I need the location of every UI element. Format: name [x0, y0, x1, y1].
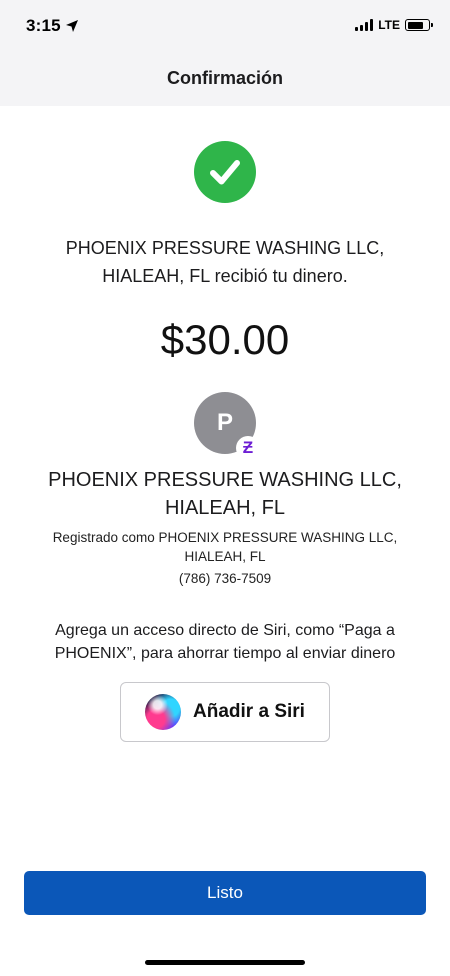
received-message-line2: HIALEAH, FL recibió tu dinero. — [102, 266, 348, 286]
siri-promo-text: Agrega un acceso directo de Siri, como “… — [20, 619, 430, 665]
add-to-siri-label: Añadir a Siri — [193, 701, 305, 722]
clock-text: 3:15 — [26, 16, 61, 35]
avatar-initial: P — [216, 409, 233, 436]
add-to-siri-button[interactable]: Añadir a Siri — [120, 682, 330, 742]
checkmark-circle-icon — [194, 141, 256, 203]
home-indicator[interactable] — [145, 960, 305, 965]
zelle-badge-glyph: Ƶ — [242, 438, 254, 457]
page-title: Confirmación — [166, 68, 283, 88]
siri-promo-line2: PHOENIX”, para ahorrar tiempo al enviar … — [54, 645, 396, 662]
registered-as-line2: HIALEAH, FL — [184, 549, 266, 564]
battery-icon — [405, 19, 433, 31]
registered-as: Registrado como PHOENIX PRESSURE WASHING… — [30, 528, 420, 566]
recipient-name: PHOENIX PRESSURE WASHING LLC, HIALEAH, F… — [20, 466, 430, 522]
received-message: PHOENIX PRESSURE WASHING LLC, HIALEAH, F… — [20, 234, 430, 290]
received-message-line1: PHOENIX PRESSURE WASHING LLC, — [65, 238, 385, 258]
siri-promo-line1: Agrega un acceso directo de Siri, como “… — [55, 622, 395, 639]
payment-amount: $30.00 — [160, 316, 290, 363]
registered-as-line1: Registrado como PHOENIX PRESSURE WASHING… — [52, 530, 398, 545]
confirmation-screen: 3:15 LTE Confirmación PHOENIX PRESSURE W… — [0, 0, 450, 976]
header: 3:15 LTE Confirmación — [0, 0, 450, 106]
signal-icon — [355, 19, 374, 31]
location-arrow-icon — [65, 20, 78, 32]
recipient-name-line2: HIALEAH, FL — [164, 497, 286, 519]
siri-icon — [145, 694, 182, 730]
recipient-name-line1: PHOENIX PRESSURE WASHING LLC, — [48, 469, 402, 491]
done-button[interactable]: Listo — [24, 871, 426, 915]
recipient-phone: (786) 736-7509 — [178, 571, 272, 586]
status-bar-time: 3:15 — [26, 16, 79, 36]
network-label: LTE — [378, 18, 400, 32]
done-button-label: Listo — [207, 883, 243, 902]
status-bar-indicators: LTE — [355, 18, 433, 32]
zelle-badge-icon: Ƶ — [236, 436, 260, 460]
